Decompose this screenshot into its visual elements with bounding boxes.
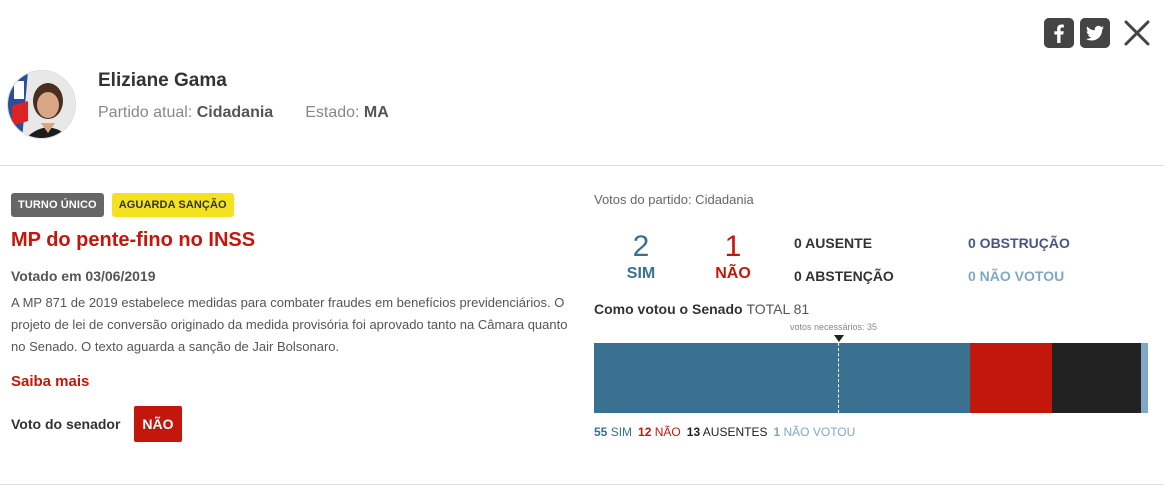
legend-sim-label: SIM bbox=[610, 425, 633, 439]
bar-segment-nao bbox=[970, 343, 1053, 413]
bar-segment-nao-votou bbox=[1141, 343, 1148, 413]
legend-nao: 12 NÃO bbox=[638, 425, 681, 439]
legend-nao-votou: 1 NÃO VOTOU bbox=[773, 425, 855, 439]
divider bbox=[0, 165, 1164, 166]
legend-sim: 55 SIM bbox=[594, 425, 632, 439]
vote-date: Votado em 03/06/2019 bbox=[11, 268, 156, 284]
needed-votes: votos necessários: 35 bbox=[594, 317, 1148, 343]
senator-vote-label: Voto do senador bbox=[11, 416, 121, 432]
senator-vote-badge: NÃO bbox=[134, 406, 182, 442]
divider-bottom bbox=[0, 484, 1164, 485]
bar-segment-ausentes bbox=[1052, 343, 1142, 413]
legend-nao-label: NÃO bbox=[654, 425, 681, 439]
close-icon[interactable] bbox=[1120, 16, 1154, 50]
avatar bbox=[7, 70, 76, 139]
bar-segment-sim bbox=[594, 343, 971, 413]
senate-label-text: Como votou o Senado bbox=[594, 301, 743, 317]
turn-badge: TURNO ÚNICO bbox=[11, 193, 104, 217]
party-sim-label: SIM bbox=[626, 265, 656, 282]
senator-name: Eliziane Gama bbox=[98, 70, 227, 91]
party-nao-count: 1 bbox=[724, 230, 742, 263]
party-sim-count: 2 bbox=[632, 230, 650, 263]
senate-legend: 55 SIM 12 NÃO 13 AUSENTES 1 NÃO VOTOU bbox=[594, 425, 1148, 439]
party-nao: 1 NÃO bbox=[703, 231, 763, 283]
legend-ausentes-num: 13 bbox=[686, 425, 701, 439]
senator-vote: Voto do senador NÃO bbox=[11, 406, 571, 442]
state-label: Estado: bbox=[305, 104, 360, 121]
party-nao-votou: 0 NÃO VOTOU bbox=[968, 268, 1065, 284]
state-info: Estado: MA bbox=[305, 104, 389, 122]
vote-badges: TURNO ÚNICO AGUARDA SANÇÃO bbox=[11, 193, 571, 217]
vote-results: Votos do partido: Cidadania 2 SIM 1 NÃO … bbox=[594, 192, 1148, 439]
legend-sim-num: 55 bbox=[594, 425, 608, 439]
needed-votes-arrow-icon bbox=[834, 335, 844, 342]
party-votes-grid: 2 SIM 1 NÃO 0 AUSENTE 0 ABSTENÇÃO 0 OBST… bbox=[594, 207, 1148, 291]
share-toolbar bbox=[1044, 16, 1154, 50]
saiba-mais-link[interactable]: Saiba mais bbox=[11, 373, 89, 390]
facebook-icon[interactable] bbox=[1044, 18, 1074, 48]
party-label: Partido atual: bbox=[98, 104, 193, 121]
state-value: MA bbox=[363, 104, 389, 121]
legend-nao-num: 12 bbox=[638, 425, 652, 439]
party-nao-label: NÃO bbox=[715, 265, 751, 282]
senate-label: Como votou o Senado TOTAL 81 bbox=[594, 301, 1148, 317]
party-votes-label: Votos do partido: Cidadania bbox=[594, 192, 754, 207]
party-obstrucao: 0 OBSTRUÇÃO bbox=[968, 235, 1070, 251]
legend-nao-votou-num: 1 bbox=[773, 425, 781, 439]
legend-nao-votou-label: NÃO VOTOU bbox=[783, 425, 856, 439]
party-value: Cidadania bbox=[196, 104, 274, 121]
party-info: Partido atual: Cidadania bbox=[98, 104, 273, 122]
senator-meta: Partido atual: Cidadania Estado: MA bbox=[98, 104, 389, 122]
twitter-icon[interactable] bbox=[1080, 18, 1110, 48]
senate-vote-bar bbox=[594, 343, 1148, 413]
status-badge: AGUARDA SANÇÃO bbox=[111, 193, 234, 217]
needed-votes-marker bbox=[838, 343, 839, 413]
legend-ausentes: 13 AUSENTES bbox=[687, 425, 768, 439]
vote-title: MP do pente-fino no INSS bbox=[11, 229, 256, 251]
senator-profile: Eliziane Gama Partido atual: Cidadania E… bbox=[7, 70, 389, 139]
vote-details: TURNO ÚNICO AGUARDA SANÇÃO MP do pente-f… bbox=[11, 193, 571, 442]
party-abstencao: 0 ABSTENÇÃO bbox=[794, 268, 894, 284]
party-ausente: 0 AUSENTE bbox=[794, 235, 873, 251]
legend-ausentes-label: AUSENTES bbox=[702, 425, 768, 439]
party-sim: 2 SIM bbox=[611, 231, 671, 283]
vote-description: A MP 871 de 2019 estabelece medidas para… bbox=[11, 295, 568, 354]
needed-votes-text: votos necessários: 35 bbox=[790, 322, 878, 332]
senate-total: TOTAL 81 bbox=[746, 301, 810, 317]
